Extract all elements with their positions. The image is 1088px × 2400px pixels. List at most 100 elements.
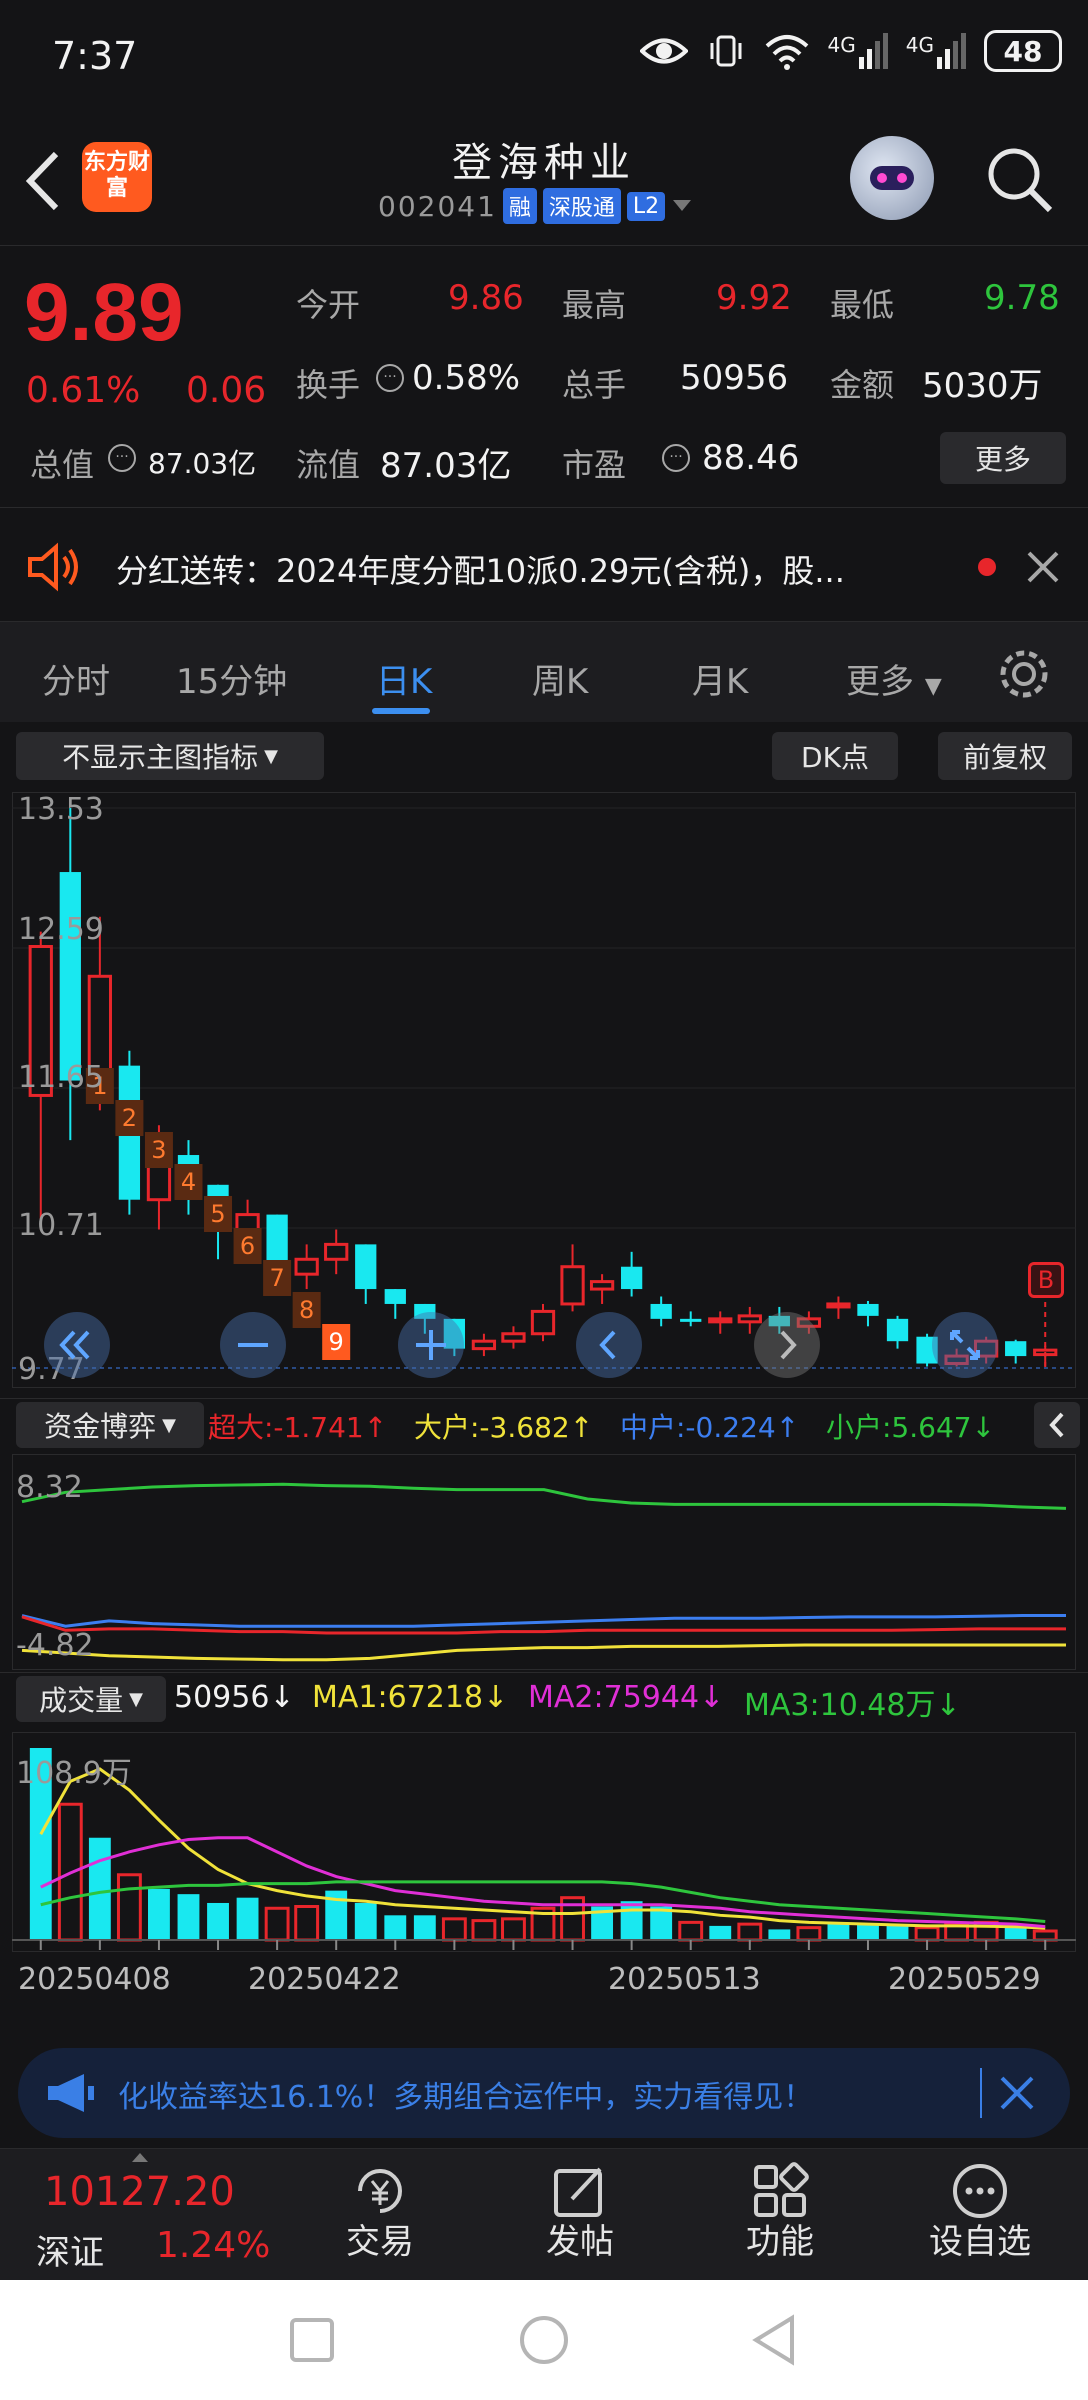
- tab-more-label: 更多: [846, 662, 914, 702]
- volume-ma2: MA2:75944↓: [528, 1680, 725, 1715]
- flow-series-line: [21, 1482, 1067, 1510]
- kline-candle: [294, 1257, 319, 1276]
- settings-gear-icon[interactable]: [996, 646, 1052, 702]
- last-price: 9.89: [24, 267, 184, 358]
- nav-post-label: 发帖: [546, 2222, 614, 2262]
- quote-panel: 9.89 0.61% 0.06 今开 9.86 最高 9.92 最低 9.78 …: [0, 246, 1088, 508]
- flow-series-line: [21, 1614, 1066, 1628]
- fund-flow-select[interactable]: 资金博弈 ▼: [16, 1402, 204, 1448]
- count-marker-label: 4: [181, 1168, 196, 1196]
- amount-label: 金额: [830, 366, 895, 404]
- active-tab-indicator: [372, 708, 430, 714]
- status-icons: 4G 4G 48: [639, 30, 1062, 72]
- info-icon-market-cap[interactable]: ···: [108, 444, 136, 472]
- robot-assistant-avatar[interactable]: [850, 136, 934, 220]
- tag-l2: L2: [626, 191, 666, 221]
- eye-icon: [639, 38, 688, 64]
- zoom-in-button[interactable]: [398, 1312, 464, 1378]
- wifi-icon: [765, 35, 808, 70]
- caret-down-icon: ▼: [162, 1414, 176, 1436]
- caret-down-icon: ▼: [264, 745, 278, 767]
- more-quote-button[interactable]: 更多: [940, 432, 1066, 484]
- adjust-mode-button[interactable]: 前复权: [938, 732, 1072, 780]
- volume-bar: [236, 1897, 259, 1940]
- scroll-right-button[interactable]: [754, 1312, 820, 1378]
- stock-code: 002041: [378, 189, 497, 223]
- close-ad-icon[interactable]: [998, 2074, 1036, 2112]
- flow-series-line: [21, 1643, 1066, 1662]
- tab-weekly-k[interactable]: 周K: [532, 654, 588, 703]
- fullscreen-button[interactable]: [932, 1312, 998, 1378]
- unread-dot-icon: [978, 558, 996, 576]
- index-ticker[interactable]: 10127.20 深证 1.24%: [0, 2149, 290, 2281]
- tab-daily-k[interactable]: 日K: [376, 654, 432, 703]
- dk-point-button[interactable]: DK点: [772, 732, 898, 780]
- date-label-4: 20250529: [888, 1962, 1041, 1997]
- volume-chart[interactable]: [12, 1732, 1076, 1952]
- main-indicator-select[interactable]: 不显示主图指标 ▼: [16, 732, 324, 780]
- dropdown-caret-icon[interactable]: [671, 198, 693, 214]
- zoom-out-button[interactable]: [220, 1312, 286, 1378]
- low-value: 9.78: [984, 278, 1060, 318]
- divider: [0, 1398, 1088, 1399]
- date-label-2: 20250422: [248, 1962, 401, 1997]
- plus-icon: [416, 1330, 446, 1360]
- volume-bar: [914, 1926, 940, 1942]
- scroll-left-button[interactable]: [576, 1312, 642, 1378]
- tab-15min[interactable]: 15分钟: [176, 654, 287, 703]
- nav-post[interactable]: 发帖: [480, 2149, 680, 2281]
- kline-candle: [530, 1309, 556, 1336]
- ad-banner[interactable]: 化收益率达16.1%！多期组合运作中，实力看得见！: [18, 2048, 1070, 2138]
- float-cap-value: 87.03亿: [380, 446, 512, 486]
- home-icon[interactable]: [518, 2314, 570, 2366]
- volume-bar: [1032, 1929, 1058, 1942]
- kline-candle: [384, 1289, 406, 1304]
- collapse-indicator-button[interactable]: [1034, 1402, 1080, 1448]
- network-label-1: 4G: [827, 33, 856, 57]
- caret-up-icon: [132, 2153, 148, 2162]
- more-circle-icon: [953, 2164, 1007, 2218]
- scroll-far-left-button[interactable]: [44, 1312, 110, 1378]
- recent-apps-icon[interactable]: [288, 2316, 336, 2364]
- volume-bar: [737, 1922, 763, 1942]
- search-button[interactable]: [984, 144, 1056, 216]
- tab-intraday[interactable]: 分时: [42, 654, 110, 703]
- volume-y-top: 108.9万: [16, 1756, 132, 1791]
- minus-icon: [238, 1343, 268, 1347]
- battery-icon: 48: [984, 30, 1062, 72]
- nav-add-watchlist[interactable]: 设自选: [880, 2149, 1080, 2281]
- market-cap-label: 总值: [30, 446, 95, 484]
- info-icon-pe[interactable]: ···: [662, 444, 690, 472]
- fund-flow-chart[interactable]: [12, 1454, 1076, 1670]
- close-notice-icon[interactable]: [1026, 550, 1060, 584]
- volume-select[interactable]: 成交量 ▼: [16, 1676, 166, 1722]
- tab-more[interactable]: 更多 ▼: [846, 654, 942, 703]
- main-indicator-label: 不显示主图指标: [62, 741, 259, 774]
- volume-bar: [678, 1920, 704, 1942]
- pe-value: 88.46: [702, 438, 800, 478]
- fund-flow-label: 资金博弈: [44, 1410, 157, 1443]
- volume-bar: [796, 1926, 822, 1942]
- notice-bar[interactable]: 分红送转：2024年度分配10派0.29元(含税)，股...: [0, 512, 1088, 622]
- back-nav-icon[interactable]: [750, 2314, 798, 2366]
- nav-add-watchlist-label: 设自选: [929, 2222, 1031, 2262]
- nav-trade[interactable]: 交易: [280, 2149, 480, 2281]
- volume-bar: [294, 1905, 320, 1942]
- nav-functions[interactable]: 功能: [680, 2149, 880, 2281]
- volume-bar: [768, 1929, 791, 1940]
- volume-bar: [441, 1917, 467, 1942]
- volume-value: 50956↓: [174, 1680, 295, 1715]
- info-icon-turnover[interactable]: ···: [376, 364, 404, 392]
- signal-icon-1: 4G: [828, 33, 888, 69]
- kline-y-label-1: 13.53: [18, 792, 104, 827]
- kline-chart[interactable]: 123456789: [12, 792, 1076, 1388]
- kline-candle: [560, 1265, 585, 1306]
- kline-candle: [1005, 1341, 1027, 1357]
- volume-bar: [501, 1917, 526, 1942]
- buy-marker[interactable]: B: [1028, 1262, 1064, 1298]
- volume-bar: [413, 1915, 436, 1940]
- volume-ma1: MA1:67218↓: [312, 1680, 509, 1715]
- tab-monthly-k[interactable]: 月K: [692, 654, 748, 703]
- system-nav-bar: [0, 2280, 1088, 2400]
- count-marker-label: 3: [151, 1136, 166, 1164]
